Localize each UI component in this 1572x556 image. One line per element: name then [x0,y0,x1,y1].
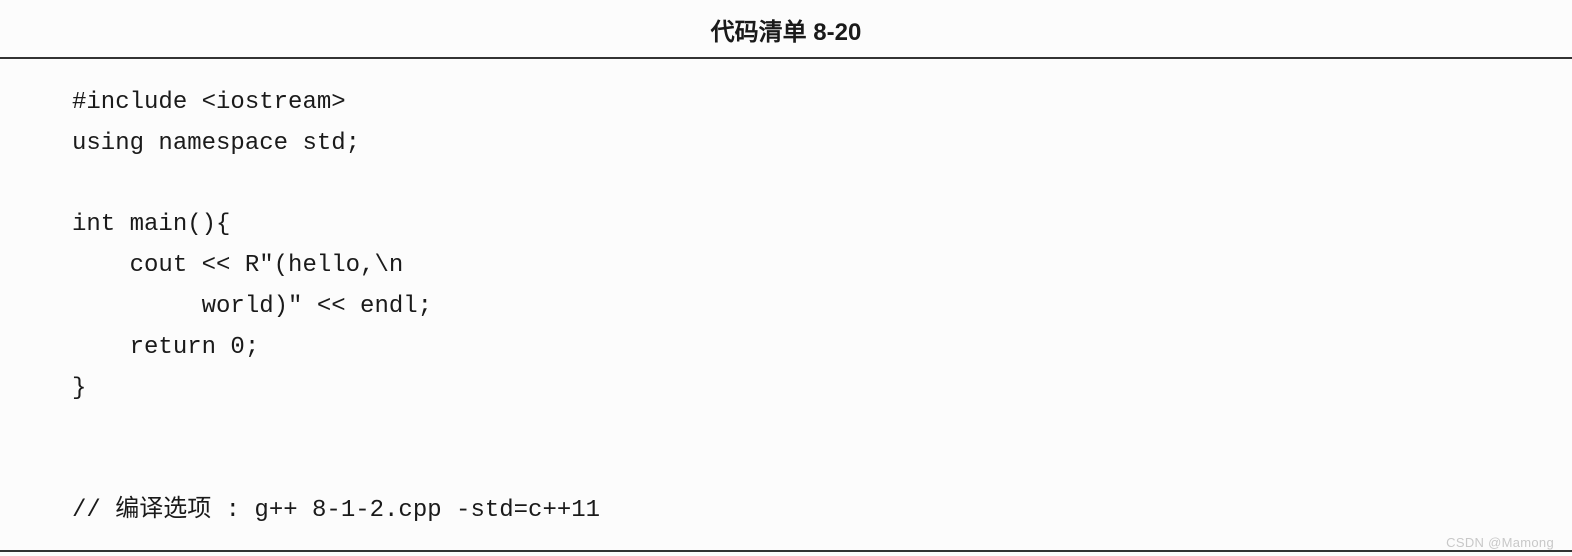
watermark: CSDN @Mamong [1446,535,1554,550]
bottom-divider [0,550,1572,552]
code-listing: #include <iostream> using namespace std;… [0,59,1572,550]
listing-title: 代码清单 8-20 [0,0,1572,57]
